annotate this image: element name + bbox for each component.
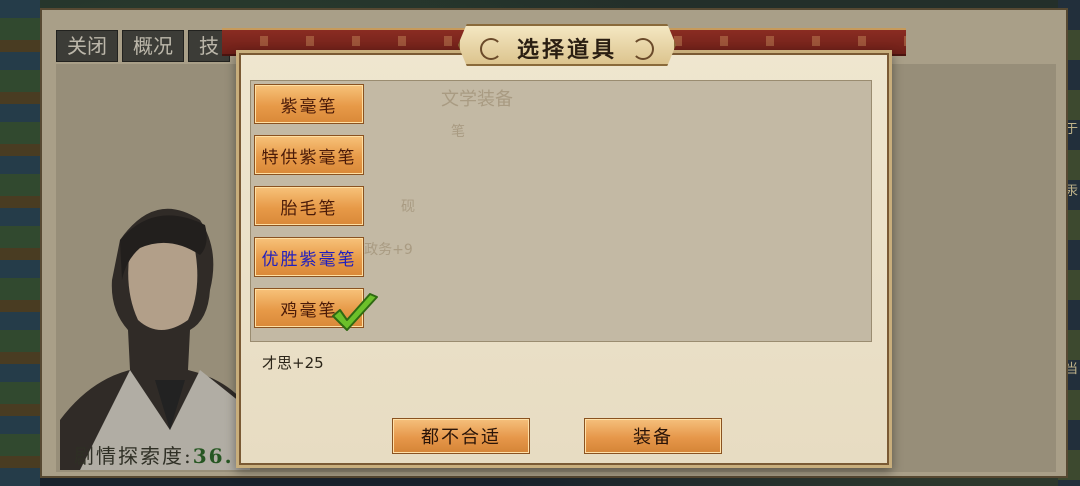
item-option[interactable]: 优胜紫毫笔 (254, 237, 364, 277)
dialog-title: 选择道具 (516, 38, 617, 63)
selected-item-attribute: 才思+25 (262, 354, 324, 372)
equip-button[interactable]: 装备 (584, 418, 722, 454)
none-suitable-button[interactable]: 都不合适 (392, 418, 530, 454)
item-option[interactable]: 特供紫毫笔 (254, 135, 364, 175)
item-option[interactable]: 紫毫笔 (254, 84, 364, 124)
checkmark-icon (332, 293, 378, 331)
item-option[interactable]: 胎毛笔 (254, 186, 364, 226)
dialog-title-plaque: 选择道具 (458, 24, 676, 66)
